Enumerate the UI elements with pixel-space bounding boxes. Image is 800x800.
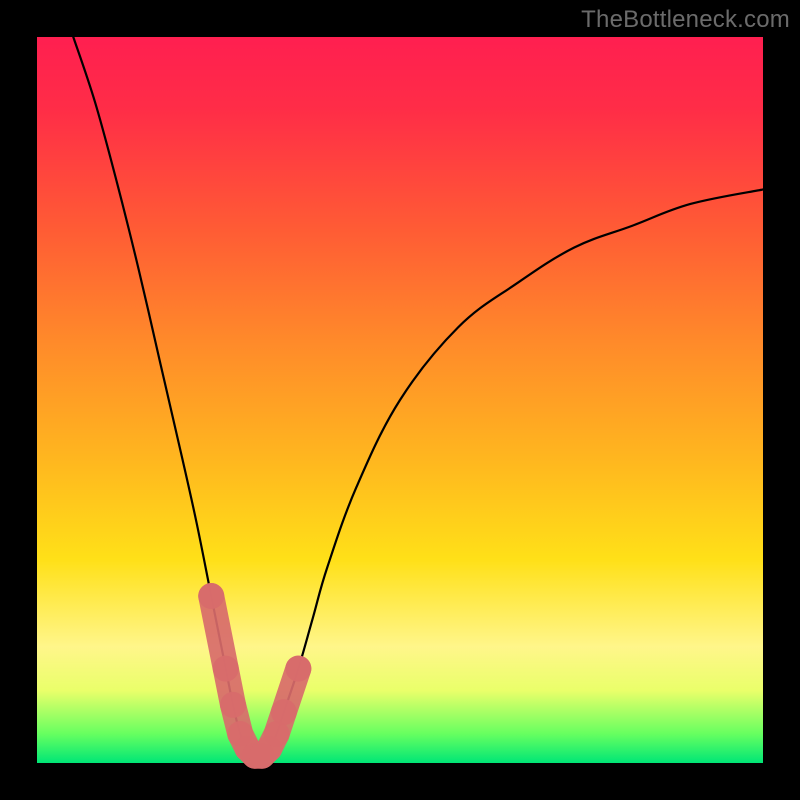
chart-svg bbox=[37, 37, 763, 763]
bottleneck-curve-line bbox=[73, 37, 763, 757]
outer-frame: TheBottleneck.com bbox=[0, 0, 800, 800]
trough-marker bbox=[198, 583, 311, 769]
watermark-text: TheBottleneck.com bbox=[581, 6, 790, 34]
chart-plot-area bbox=[37, 37, 763, 763]
